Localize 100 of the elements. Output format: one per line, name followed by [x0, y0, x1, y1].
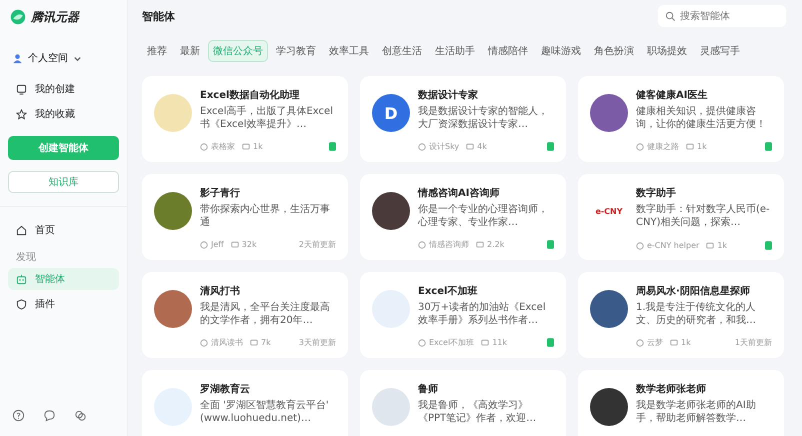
wechat-badge-icon — [547, 338, 554, 347]
comment-icon — [686, 142, 694, 150]
agent-card[interactable]: 情感咨询AI咨询师 你是一个专业的心理咨询师，心理专家、专业作家… 情感咨询师 2.2k — [360, 174, 566, 260]
agent-card[interactable]: 鲁师 我是鲁师，《高效学习》《PPT笔记》作者，欢迎… — [360, 370, 566, 436]
agent-description: 数字助手：针对数字人民币(e-CNY)相关问题，探索… — [636, 203, 771, 229]
usage-count: 1k — [697, 142, 707, 151]
comment-icon — [670, 338, 678, 346]
agent-name: 鲁师 — [418, 382, 439, 396]
brand-name: 腾讯元器 — [31, 8, 79, 26]
agent-description: 带你探索内心世界，生活万事通 — [200, 203, 331, 229]
nav-item[interactable]: 插件 — [8, 293, 119, 315]
author-name: 表格家 — [211, 141, 235, 152]
usage-count: 1k — [253, 142, 263, 151]
agent-name: Excel不加班 — [418, 284, 478, 298]
author-name: 清风读书 — [211, 337, 243, 348]
comment-icon — [242, 142, 250, 150]
category-tab[interactable]: 情感陪伴 — [483, 40, 533, 62]
chat-bubble-icon[interactable] — [43, 409, 56, 422]
agent-card[interactable]: 健客健康AI医生 健康相关知识，提供健康咨询，让你的健康生活更方便！ 健康之路 1k — [578, 76, 784, 162]
agent-name: 情感咨询AI咨询师 — [418, 186, 500, 200]
agent-description: 1.我是专注于传统文化的人文、历史的研究者，和我… — [636, 301, 757, 327]
agent-card[interactable]: Excel数据自动化助理 Excel高手，出版了具体Excel书《Excel效率提升》… 表格家 1k — [142, 76, 348, 162]
avatar-mark: e-CNY — [595, 206, 623, 216]
author-name: e-CNY helper — [647, 241, 700, 250]
agent-description: 你是一个专业的心理咨询师，心理专家、专业作家… — [418, 203, 549, 229]
comment-icon — [250, 338, 258, 346]
home-icon — [16, 224, 27, 236]
author-name: Jeff — [211, 240, 224, 249]
author-name: 情感咨询师 — [429, 239, 469, 250]
update-label: 2天前更新 — [298, 239, 336, 250]
usage-count: 32k — [242, 240, 257, 249]
usage-count: 11k — [492, 338, 508, 347]
agent-card[interactable]: 清风打书 我是清风，全平台关注度最高的文学作者，拥有20年… 清风读书 7k 3天前更新 — [142, 272, 348, 358]
category-tab[interactable]: 最新 — [175, 40, 205, 62]
section-label: 发现 — [15, 251, 37, 265]
comment-icon — [481, 338, 490, 346]
agent-name: 影子青行 — [200, 186, 241, 200]
agent-card[interactable]: Excel不加班 30万+读者的加油站《Excel效率手册》系列丛书作者… Excel不加班 11k — [360, 272, 566, 358]
agent-description: 我是鲁师，《高效学习》《PPT笔记》作者，欢迎… — [418, 399, 538, 425]
agent-name: Excel数据自动化助理 — [200, 88, 300, 102]
agent-card[interactable]: 影子青行 带你探索内心世界，生活万事通 Jeff 32k 2天前更新 — [142, 174, 348, 260]
category-tab[interactable]: 效率工具 — [324, 40, 374, 62]
comment-icon — [230, 240, 239, 248]
wechat-badge-icon — [765, 142, 772, 151]
agent-card[interactable]: 罗湖教育云 全面 '罗湖区智慧教育云平台' (www.luohuedu.net)… — [142, 370, 348, 436]
robot-icon — [16, 274, 27, 284]
comment-icon — [706, 242, 714, 250]
category-tab[interactable]: 趣味游戏 — [536, 40, 586, 62]
usage-count: 1k — [681, 338, 691, 347]
wechat-badge-icon — [765, 241, 772, 250]
category-tab[interactable]: 生活助手 — [430, 40, 480, 62]
category-tab[interactable]: 创意生活 — [377, 40, 427, 62]
page-title: 智能体 — [142, 8, 175, 24]
agent-name: 数学老师张老师 — [636, 382, 707, 396]
space-selector[interactable]: 个人空间 — [8, 38, 119, 78]
wechat-badge-icon — [329, 142, 336, 151]
agent-card[interactable]: D 数据设计专家 我是数据设计专家的智能人，大厂资深数据设计专家… 设计Sky 4k — [360, 76, 566, 162]
author-name: Excel不加班 — [429, 337, 474, 348]
agent-description: 全面 '罗湖区智慧教育云平台' (www.luohuedu.net)… — [200, 399, 330, 425]
category-tab[interactable]: 职场提效 — [642, 40, 692, 62]
comment-icon — [476, 240, 484, 248]
agent-description: 健康相关知识，提供健康咨询，让你的健康生活更方便！ — [636, 105, 767, 131]
update-label: 3天前更新 — [298, 337, 336, 348]
sidebar-item[interactable]: 我的创建 — [8, 78, 119, 100]
sidebar-item[interactable]: 我的收藏 — [8, 103, 119, 125]
logo-icon — [10, 9, 26, 25]
agent-name: 数据设计专家 — [418, 88, 479, 102]
agent-description: 我是数学老师张老师的AI助手，帮助老师解答数学… — [636, 399, 757, 425]
category-tab[interactable]: 角色扮演 — [589, 40, 639, 62]
author-name: 设计Sky — [429, 141, 460, 152]
star-icon — [16, 108, 27, 120]
search-field[interactable]: 搜索智能体 — [658, 5, 786, 27]
usage-count: 2.2k — [487, 240, 504, 249]
agent-name: 罗湖教育云 — [200, 382, 251, 396]
usage-count: 4k — [477, 142, 487, 151]
agent-description: 我是数据设计专家的智能人，大厂资深数据设计专家… — [418, 105, 549, 131]
shield-icon — [16, 298, 27, 310]
agent-name: 清风打书 — [200, 284, 241, 298]
author-name: 云梦 — [647, 337, 663, 348]
usage-count: 1k — [717, 241, 728, 250]
author-name: 健康之路 — [647, 141, 679, 152]
agent-description: 我是清风，全平台关注度最高的文学作者，拥有20年… — [200, 301, 331, 327]
agent-name: 数字助手 — [636, 186, 677, 200]
usage-count: 7k — [261, 338, 271, 347]
nav-item[interactable]: 首页 — [8, 219, 119, 241]
help-icon[interactable] — [12, 409, 25, 422]
category-tab[interactable]: 学习教育 — [271, 40, 321, 62]
category-tab[interactable]: 灵感写手 — [695, 40, 745, 62]
chat-bubbles-icon[interactable] — [74, 409, 87, 422]
agent-card[interactable]: e-CNY 数字助手 数字助手：针对数字人民币(e-CNY)相关问题，探索… e-CNY helper 1k — [578, 174, 784, 260]
agent-name: 周易风水·阴阳信息星探师 — [636, 284, 751, 298]
category-tab[interactable]: 推荐 — [142, 40, 172, 62]
agent-description: 30万+读者的加油站《Excel效率手册》系列丛书作者… — [418, 301, 547, 327]
agent-name: 健客健康AI医生 — [636, 88, 708, 102]
agent-description: Excel高手，出版了具体Excel书《Excel效率提升》… — [200, 105, 334, 131]
update-label: 1天前更新 — [734, 337, 772, 348]
agent-card[interactable]: 数学老师张老师 我是数学老师张老师的AI助手，帮助老师解答数学… — [578, 370, 784, 436]
agent-card[interactable]: 周易风水·阴阳信息星探师 1.我是专注于传统文化的人文、历史的研究者，和我… 云梦 1k 1天前更新 — [578, 272, 784, 358]
avatar-mark: D — [384, 104, 398, 122]
comment-icon — [466, 142, 474, 150]
